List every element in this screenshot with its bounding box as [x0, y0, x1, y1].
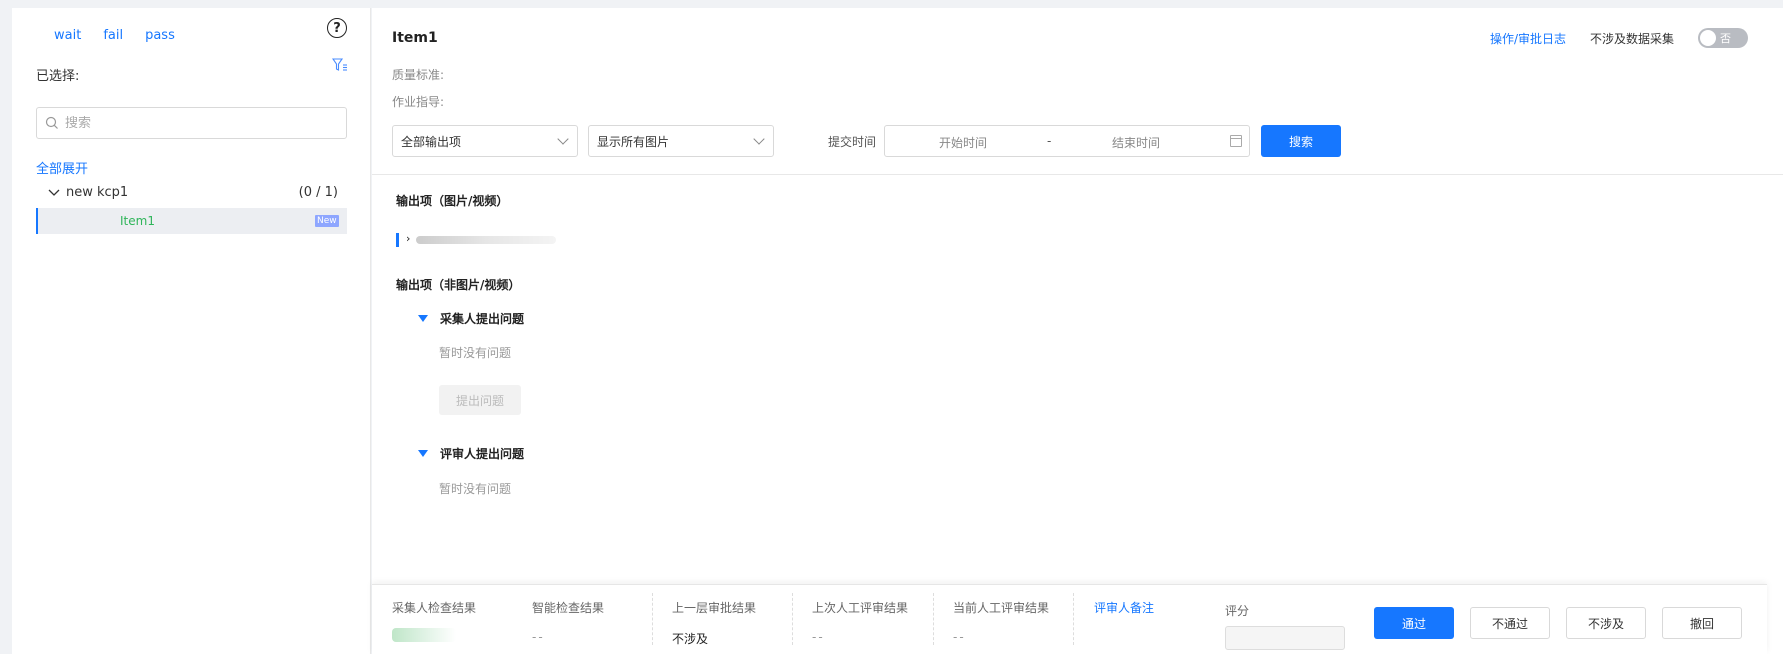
- filter-divider: [372, 174, 1783, 175]
- current-review-col: 当前人工评审结果 --: [953, 599, 1049, 644]
- filter-icon[interactable]: [332, 58, 348, 72]
- raise-issue-button[interactable]: 提出问题: [439, 385, 521, 415]
- current-review-label: 当前人工评审结果: [953, 601, 1050, 615]
- search-input[interactable]: [65, 115, 325, 131]
- main-panel: Item1 质量标准: 作业指导: 操作/审批日志 不涉及数据采集 否 全部输出…: [372, 8, 1783, 654]
- caret-down-icon: [418, 450, 428, 457]
- column-separator: [1073, 593, 1074, 645]
- expand-all-link[interactable]: 全部展开: [36, 158, 88, 177]
- tree-node-label: new kcp1: [66, 185, 129, 200]
- reviewer-note-link[interactable]: 评审人备注: [1094, 599, 1154, 616]
- chevron-down-icon: [753, 133, 765, 145]
- image-display-select[interactable]: 显示所有图片: [588, 125, 774, 157]
- sidebar: wait fail pass ? 已选择: 全部展开 new kcp1 (0 /…: [12, 8, 371, 654]
- media-output-row[interactable]: ›: [396, 232, 556, 247]
- column-separator: [933, 593, 934, 645]
- reviewer-issues-header[interactable]: 评审人提出问题: [418, 445, 524, 462]
- date-range-separator: -: [1047, 134, 1052, 148]
- chevron-down-icon: [557, 133, 569, 145]
- start-time-input[interactable]: 开始时间: [939, 134, 987, 151]
- collector-issues-header[interactable]: 采集人提出问题: [418, 310, 524, 327]
- media-item-name: [416, 236, 556, 244]
- toggle-knob: [1700, 30, 1716, 46]
- end-time-input[interactable]: 结束时间: [1112, 134, 1160, 151]
- collector-no-issue-text: 暂时没有问题: [439, 346, 512, 360]
- column-separator: [792, 593, 793, 645]
- smart-result-label: 智能检查结果: [532, 601, 605, 615]
- toggle-text: 否: [1720, 32, 1731, 45]
- collector-result-col: 采集人检查结果: [392, 599, 476, 642]
- help-icon[interactable]: ?: [327, 18, 347, 38]
- pass-button[interactable]: 通过: [1374, 607, 1454, 639]
- tree-node-kcp[interactable]: new kcp1 (0 / 1): [48, 185, 338, 200]
- operation-log-link[interactable]: 操作/审批日志: [1490, 30, 1566, 47]
- output-items-select[interactable]: 全部输出项: [392, 125, 578, 157]
- tree-item-item1[interactable]: Item1 New: [36, 208, 347, 234]
- tree-node-count: (0 / 1): [298, 185, 338, 200]
- caret-down-icon: [418, 315, 428, 322]
- active-indicator: [396, 233, 399, 247]
- media-output-section-title: 输出项（图片/视频）: [396, 194, 509, 208]
- smart-result-value: --: [532, 630, 545, 644]
- revoke-button[interactable]: 撤回: [1662, 607, 1742, 639]
- search-button[interactable]: 搜索: [1261, 125, 1341, 157]
- current-review-value: --: [953, 630, 966, 644]
- column-separator: [652, 593, 653, 645]
- selected-label: 已选择:: [36, 69, 80, 84]
- collector-issues-title: 采集人提出问题: [440, 312, 525, 326]
- chevron-right-icon: ›: [406, 232, 411, 245]
- fail-button[interactable]: 不通过: [1470, 607, 1550, 639]
- tree-item-label: Item1: [120, 214, 155, 228]
- last-review-value: --: [812, 630, 825, 644]
- date-range-picker[interactable]: 开始时间 - 结束时间: [884, 125, 1250, 157]
- new-badge: New: [315, 215, 339, 227]
- status-tabs: wait fail pass: [54, 28, 175, 43]
- work-guide-label: 作业指导:: [392, 95, 445, 109]
- score-input[interactable]: [1225, 626, 1345, 650]
- sidebar-search: [36, 107, 347, 139]
- chevron-down-icon: [48, 189, 60, 196]
- review-action-bar: 采集人检查结果 智能检查结果 -- 上一层审批结果 不涉及 上次人工评审结果 -…: [372, 584, 1767, 654]
- no-data-collection-label: 不涉及数据采集: [1590, 32, 1675, 46]
- no-data-collection-toggle[interactable]: 否: [1698, 28, 1748, 48]
- image-display-value: 显示所有图片: [597, 134, 670, 149]
- tab-wait[interactable]: wait: [54, 28, 81, 43]
- collector-result-label: 采集人检查结果: [392, 601, 477, 615]
- last-review-label: 上次人工评审结果: [812, 601, 909, 615]
- tab-fail[interactable]: fail: [103, 28, 123, 43]
- prev-approval-value: 不涉及: [672, 632, 709, 646]
- reviewer-issues-title: 评审人提出问题: [440, 447, 525, 461]
- output-items-value: 全部输出项: [401, 134, 462, 149]
- page-title: Item1: [392, 30, 438, 46]
- search-icon: [45, 116, 58, 129]
- quality-standard-label: 质量标准:: [392, 68, 445, 82]
- last-review-col: 上次人工评审结果 --: [812, 599, 908, 644]
- collector-result-value: [392, 628, 456, 642]
- score-label: 评分: [1225, 604, 1250, 618]
- not-applicable-button[interactable]: 不涉及: [1566, 607, 1646, 639]
- submit-time-label: 提交时间: [828, 135, 877, 149]
- smart-result-col: 智能检查结果 --: [532, 599, 604, 644]
- non-media-output-section-title: 输出项（非图片/视频）: [396, 278, 521, 292]
- prev-approval-col: 上一层审批结果 不涉及: [672, 599, 756, 647]
- reviewer-no-issue-text: 暂时没有问题: [439, 482, 512, 496]
- prev-approval-label: 上一层审批结果: [672, 601, 757, 615]
- calendar-icon: [1230, 135, 1242, 147]
- tab-pass[interactable]: pass: [145, 28, 175, 43]
